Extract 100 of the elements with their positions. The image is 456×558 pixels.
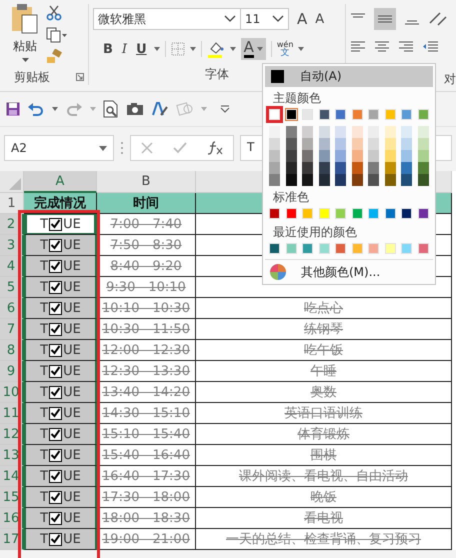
color-swatch[interactable] — [352, 162, 363, 174]
paste-button[interactable]: 粘贴 — [13, 38, 37, 55]
chevron-icon[interactable] — [224, 15, 236, 23]
color-swatch[interactable] — [269, 150, 280, 162]
dialog-launcher-icon[interactable] — [76, 73, 84, 81]
color-swatch[interactable] — [269, 126, 280, 138]
align-left-icon[interactable] — [350, 41, 366, 53]
orientation-icon[interactable] — [428, 11, 448, 27]
color-swatch[interactable] — [368, 162, 380, 174]
color-swatch[interactable] — [269, 109, 280, 120]
checkbox[interactable] — [49, 302, 62, 314]
caret-icon[interactable] — [52, 107, 58, 111]
color-swatch[interactable] — [418, 109, 429, 120]
color-swatch[interactable] — [352, 109, 363, 120]
color-swatch[interactable] — [302, 174, 314, 186]
checkbox[interactable] — [49, 532, 62, 546]
underline-button[interactable]: U — [134, 42, 149, 56]
checkbox[interactable] — [49, 280, 62, 294]
print-preview-icon[interactable] — [103, 100, 119, 118]
color-swatch[interactable] — [418, 126, 429, 138]
color-swatch[interactable] — [401, 162, 412, 174]
scissors-icon[interactable] — [46, 5, 62, 21]
color-swatch[interactable] — [318, 174, 330, 186]
color-swatch[interactable] — [401, 243, 412, 254]
color-swatch[interactable] — [335, 174, 346, 186]
color-swatch[interactable] — [318, 162, 330, 174]
color-swatch[interactable] — [302, 208, 314, 219]
save-icon[interactable] — [6, 102, 20, 116]
color-swatch[interactable] — [368, 126, 380, 138]
column-header[interactable]: A — [24, 171, 97, 193]
color-swatch[interactable] — [384, 150, 396, 162]
color-swatch[interactable] — [352, 138, 363, 150]
color-swatch[interactable] — [302, 126, 314, 138]
caret-icon[interactable] — [22, 58, 28, 62]
color-swatch[interactable] — [302, 150, 314, 162]
color-swatch[interactable] — [335, 162, 346, 174]
color-swatch[interactable] — [368, 109, 380, 120]
bold-button[interactable]: B — [101, 42, 115, 56]
color-swatch[interactable] — [418, 162, 429, 174]
color-swatch[interactable] — [418, 150, 429, 162]
undo-icon[interactable] — [27, 102, 45, 116]
color-swatch[interactable] — [352, 174, 363, 186]
color-swatch[interactable] — [302, 243, 314, 254]
fill-color-icon[interactable] — [206, 40, 225, 58]
checkbox[interactable] — [49, 322, 62, 336]
align-center-icon[interactable] — [374, 41, 390, 53]
column-header[interactable]: B — [97, 171, 196, 193]
color-swatch[interactable] — [335, 138, 346, 150]
color-swatch[interactable] — [352, 208, 363, 219]
camera-icon[interactable] — [126, 102, 144, 116]
checkbox[interactable] — [49, 490, 62, 504]
color-swatch[interactable] — [384, 109, 396, 120]
color-swatch[interactable] — [384, 138, 396, 150]
color-swatch[interactable] — [384, 208, 396, 219]
color-swatch[interactable] — [384, 243, 396, 254]
caret-icon[interactable] — [230, 47, 236, 51]
font-name-field[interactable]: 微软雅黑 — [93, 8, 241, 30]
customize-icon[interactable] — [220, 105, 230, 113]
caret-icon[interactable] — [256, 47, 263, 51]
color-swatch[interactable] — [335, 126, 346, 138]
checkbox[interactable] — [49, 364, 62, 378]
color-swatch[interactable] — [318, 243, 330, 254]
color-swatch[interactable] — [269, 174, 280, 186]
check-icon[interactable] — [173, 142, 187, 154]
color-swatch[interactable] — [269, 138, 280, 150]
color-swatch[interactable] — [318, 126, 330, 138]
color-swatch[interactable] — [401, 208, 412, 219]
color-swatch[interactable] — [418, 208, 429, 219]
color-swatch[interactable] — [384, 174, 396, 186]
color-swatch[interactable] — [418, 138, 429, 150]
caret-icon[interactable] — [190, 47, 196, 51]
copy-icon[interactable] — [46, 27, 68, 43]
color-swatch[interactable] — [352, 126, 363, 138]
checkbox[interactable] — [49, 406, 62, 420]
color-swatch[interactable] — [286, 174, 297, 186]
color-swatch[interactable] — [335, 208, 346, 219]
color-swatch[interactable] — [286, 162, 297, 174]
name-box[interactable]: A2 — [4, 135, 114, 161]
color-swatch[interactable] — [286, 243, 297, 254]
checkbox[interactable] — [49, 218, 62, 230]
automatic-color-item[interactable]: 自动(A) — [265, 66, 433, 87]
color-swatch[interactable] — [352, 150, 363, 162]
color-swatch[interactable] — [384, 162, 396, 174]
shrink-font-button[interactable]: A — [315, 12, 324, 26]
color-swatch[interactable] — [286, 109, 297, 120]
color-swatch[interactable] — [286, 208, 297, 219]
color-swatch[interactable] — [384, 126, 396, 138]
color-swatch[interactable] — [269, 208, 280, 219]
color-swatch[interactable] — [401, 150, 412, 162]
splitter-icon[interactable] — [120, 141, 124, 155]
color-swatch[interactable] — [368, 174, 380, 186]
color-swatch[interactable] — [418, 174, 429, 186]
checkbox[interactable] — [49, 512, 62, 524]
color-swatch[interactable] — [352, 243, 363, 254]
phonetic-button[interactable]: wén 文 — [276, 40, 294, 58]
color-swatch[interactable] — [302, 109, 314, 120]
color-swatch[interactable] — [302, 138, 314, 150]
color-swatch[interactable] — [318, 150, 330, 162]
color-swatch[interactable] — [286, 126, 297, 138]
align-right-icon[interactable] — [398, 41, 414, 53]
